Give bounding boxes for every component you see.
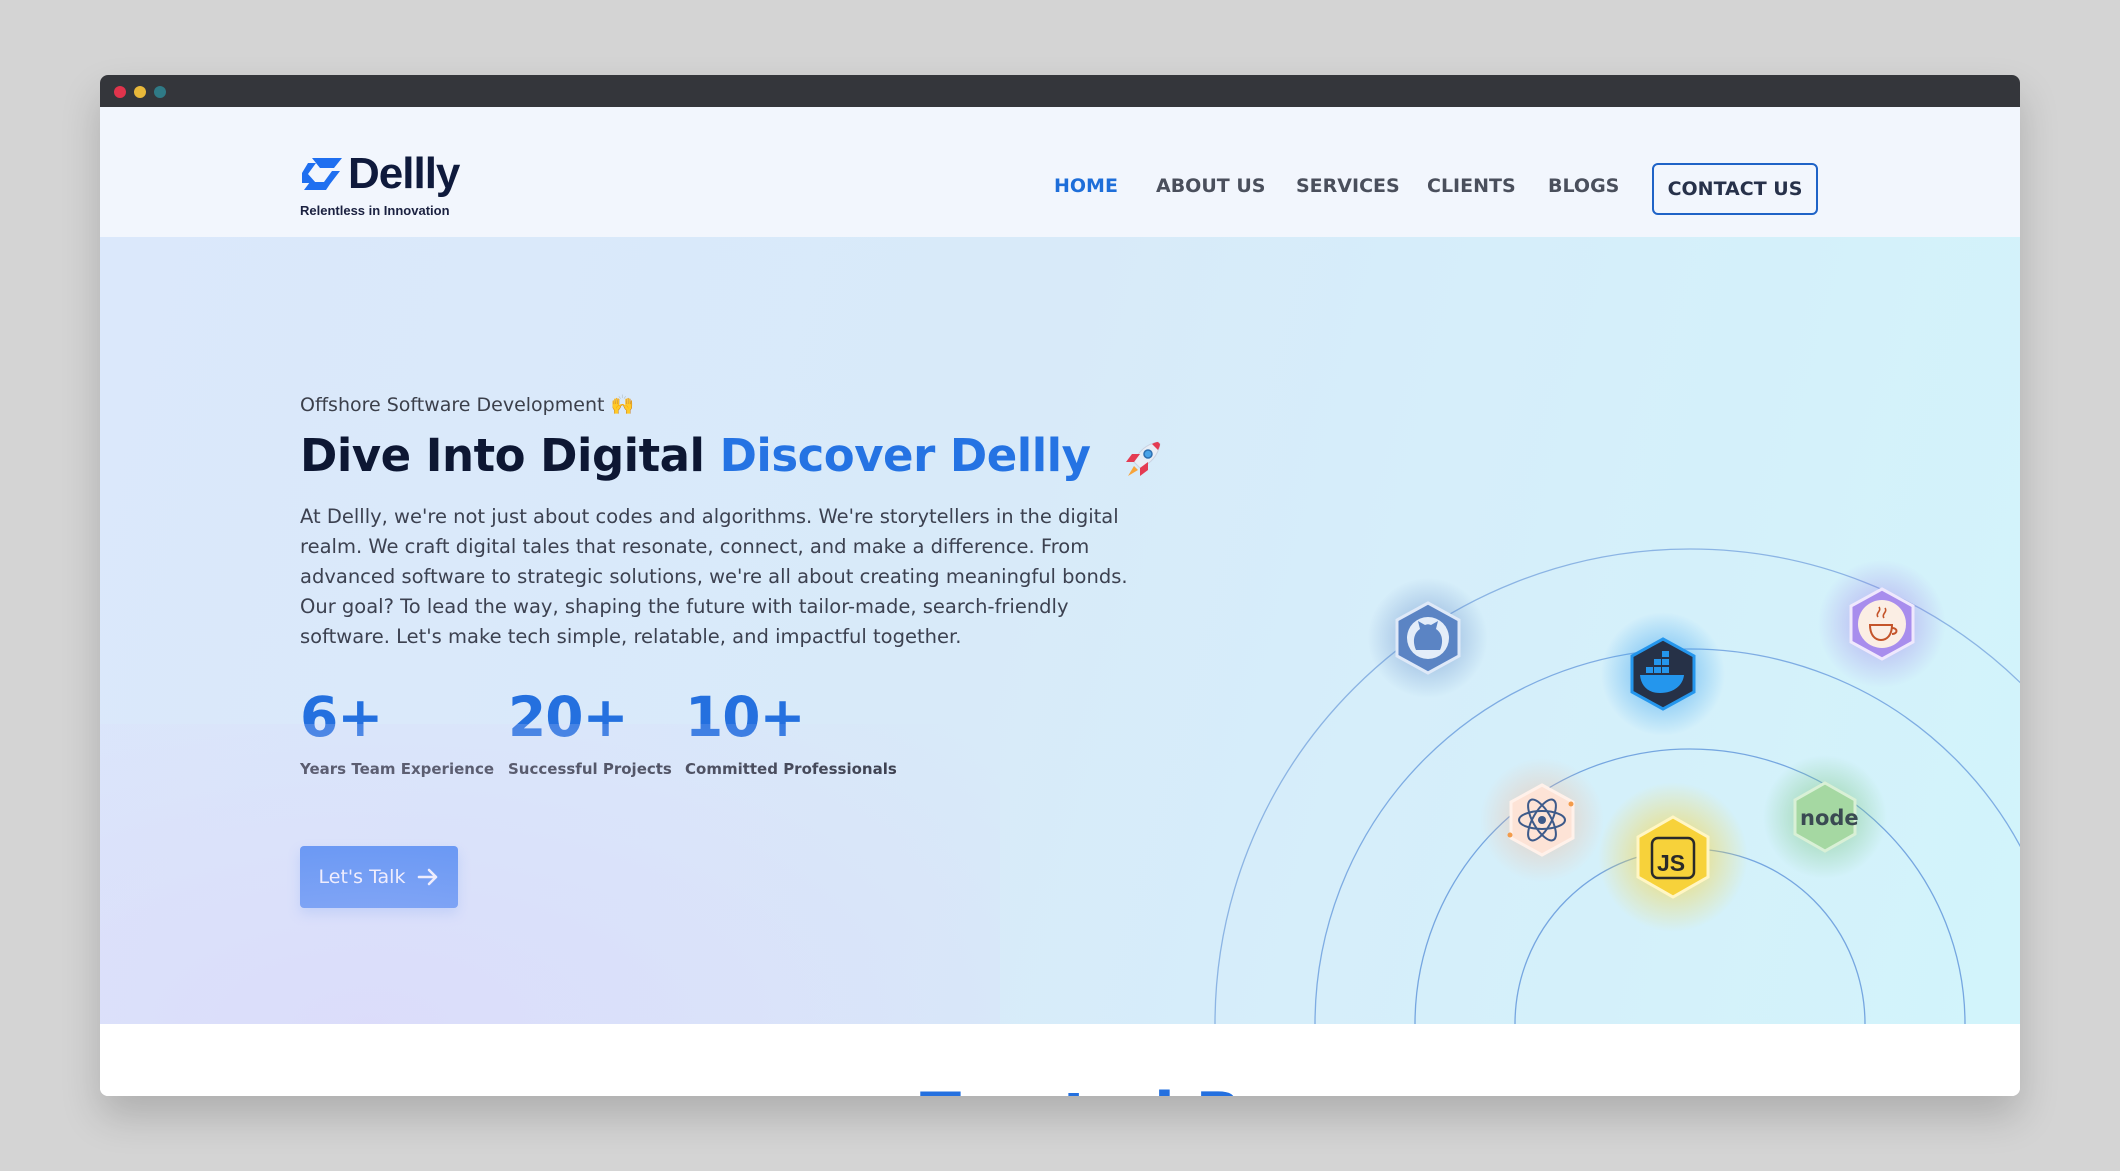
nav-about-us[interactable]: ABOUT US (1156, 175, 1265, 197)
react-icon (1480, 758, 1604, 882)
minimize-window-button[interactable] (134, 86, 146, 98)
next-section-heading: Trusted B (920, 1080, 1241, 1096)
hero-section: Offshore Software Development 🙌 Dive Int… (100, 237, 2020, 1024)
nodejs-icon: node (1763, 755, 1887, 879)
nav-blogs[interactable]: BLOGS (1548, 175, 1619, 197)
javascript-icon: JS (1598, 782, 1748, 932)
headline-plain: Dive Into Digital (300, 429, 705, 482)
docker-icon (1601, 612, 1725, 736)
site-header: Dellly Relentless in Innovation HOME ABO… (100, 107, 2020, 237)
hero-intro: At Dellly, we're not just about codes an… (300, 505, 1128, 648)
nav-services[interactable]: SERVICES (1296, 175, 1400, 197)
js-badge-text: JS (1657, 850, 1685, 876)
hero-eyebrow: Offshore Software Development 🙌 (300, 394, 635, 416)
stat-value-experience: 6+ (300, 685, 383, 749)
stat-label-projects: Successful Projects (508, 760, 672, 778)
node-badge-text: node (1800, 806, 1859, 830)
stat-label-professionals: Committed Professionals (685, 760, 897, 778)
nav-clients[interactable]: CLIENTS (1427, 175, 1516, 197)
arrow-right-icon (418, 868, 438, 886)
lets-talk-button[interactable]: Let's Talk (300, 846, 458, 908)
brand-name: Dellly (348, 149, 460, 198)
brand-tagline: Relentless in Innovation (300, 203, 450, 218)
stat-value-projects: 20+ (508, 685, 629, 749)
dellly-logo-icon (302, 158, 342, 190)
contact-us-button[interactable]: CONTACT US (1652, 163, 1818, 215)
zoom-window-button[interactable] (154, 86, 166, 98)
window-titlebar (100, 75, 2020, 107)
close-window-button[interactable] (114, 86, 126, 98)
hero-headline: Dive Into Digital Discover Dellly (300, 429, 1166, 482)
nav-home[interactable]: HOME (1054, 175, 1118, 197)
next-section: Trusted B (100, 1024, 2020, 1096)
stat-label-experience: Years Team Experience (300, 760, 495, 778)
tech-orbit-illustration: JS node (1214, 548, 2020, 1024)
stat-value-professionals: 10+ (685, 685, 806, 749)
browser-window: Dellly Relentless in Innovation HOME ABO… (100, 75, 2020, 1096)
lets-talk-label: Let's Talk (318, 866, 406, 888)
java-icon (1818, 560, 1946, 688)
headline-accent: Discover Dellly (719, 429, 1091, 482)
github-icon (1368, 578, 1488, 698)
